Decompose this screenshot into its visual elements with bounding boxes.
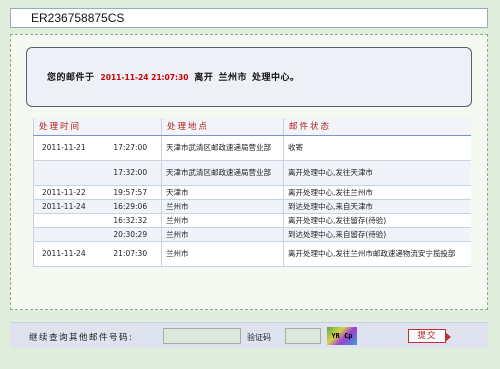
- row-time: 19:57:57: [99, 185, 162, 200]
- row-status: 收寄: [283, 135, 471, 161]
- row-location: 兰州市: [161, 199, 284, 214]
- row-status: 离开处理中心,发往兰州市邮政速递物流安宁揽投部: [283, 241, 471, 267]
- row-date: [33, 213, 100, 228]
- row-location: 兰州市: [161, 227, 284, 242]
- row-location: 天津市: [161, 185, 284, 200]
- tracking-number-field: ER236758875CS: [10, 8, 488, 28]
- captcha-input[interactable]: [285, 328, 321, 344]
- table-row: 17:32:00 天津市武清区邮政速递局营业部 离开处理中心,发往天津市: [33, 160, 471, 186]
- row-date: 2011-11-24: [33, 241, 100, 267]
- captcha-label: 验证码: [247, 333, 271, 342]
- row-status: 离开处理中心,发往留存(待验): [283, 213, 471, 228]
- summary-prefix: 您的邮件于: [47, 73, 95, 83]
- row-date: [33, 160, 100, 186]
- row-location: 天津市武清区邮政速递局营业部: [161, 160, 284, 186]
- result-panel: 您的邮件于 2011-11-24 21:07:30 离开 兰州市 处理中心。 处理时间 …: [10, 34, 488, 310]
- query-bar: 继续查询其他邮件号码: 验证码 YR Cp 提交: [10, 322, 488, 348]
- tracking-number-input[interactable]: [163, 328, 241, 344]
- row-date: 2011-11-21: [33, 135, 100, 161]
- row-time: 16:29:06: [99, 199, 162, 214]
- header-location: 处理地点: [161, 118, 284, 136]
- row-time: 20:30:29: [99, 227, 162, 242]
- table-row: 2011-11-21 17:27:00 天津市武清区邮政速递局营业部 收寄: [33, 135, 471, 161]
- row-date: [33, 227, 100, 242]
- table-row: 2011-11-22 19:57:57 天津市 离开处理中心,发往兰州市: [33, 185, 471, 200]
- header-time: 处理时间: [33, 118, 162, 136]
- captcha-image[interactable]: YR Cp: [327, 327, 357, 345]
- summary-city: 兰州市: [218, 73, 247, 83]
- row-time: 21:07:30: [99, 241, 162, 267]
- tracking-table: 处理时间 处理地点 邮件状态 2011-11-21 17:27:00 天津市武清…: [33, 118, 471, 267]
- summary-datetime: 2011-11-24 21:07:30: [100, 73, 189, 82]
- header-status: 邮件状态: [283, 118, 471, 136]
- row-date: 2011-11-24: [33, 199, 100, 214]
- status-summary: 您的邮件于 2011-11-24 21:07:30 离开 兰州市 处理中心。: [26, 47, 472, 107]
- row-status: 到达处理中心,来自天津市: [283, 199, 471, 214]
- row-status: 离开处理中心,发往兰州市: [283, 185, 471, 200]
- summary-facility: 处理中心。: [251, 73, 300, 83]
- row-status: 离开处理中心,发往天津市: [283, 160, 471, 186]
- table-header-row: 处理时间 处理地点 邮件状态: [33, 118, 471, 136]
- row-location: 兰州市: [161, 241, 284, 267]
- row-time: 17:32:00: [99, 160, 162, 186]
- tracking-table-wrap: 处理时间 处理地点 邮件状态 2011-11-21 17:27:00 天津市武清…: [33, 118, 471, 267]
- query-label: 继续查询其他邮件号码:: [29, 333, 134, 343]
- table-row: 20:30:29 兰州市 到达处理中心,来自留存(待验): [33, 227, 471, 242]
- submit-button[interactable]: 提交: [408, 329, 451, 343]
- row-status: 到达处理中心,来自留存(待验): [283, 227, 471, 242]
- table-row: 16:32:32 兰州市 离开处理中心,发往留存(待验): [33, 213, 471, 228]
- table-row: 2011-11-24 16:29:06 兰州市 到达处理中心,来自天津市: [33, 199, 471, 214]
- table-row: 2011-11-24 21:07:30 兰州市 离开处理中心,发往兰州市邮政速递…: [33, 241, 471, 267]
- row-time: 17:27:00: [99, 135, 162, 161]
- row-location: 兰州市: [161, 213, 284, 228]
- row-date: 2011-11-22: [33, 185, 100, 200]
- row-location: 天津市武清区邮政速递局营业部: [161, 135, 284, 161]
- row-time: 16:32:32: [99, 213, 162, 228]
- summary-action: 离开: [194, 73, 214, 83]
